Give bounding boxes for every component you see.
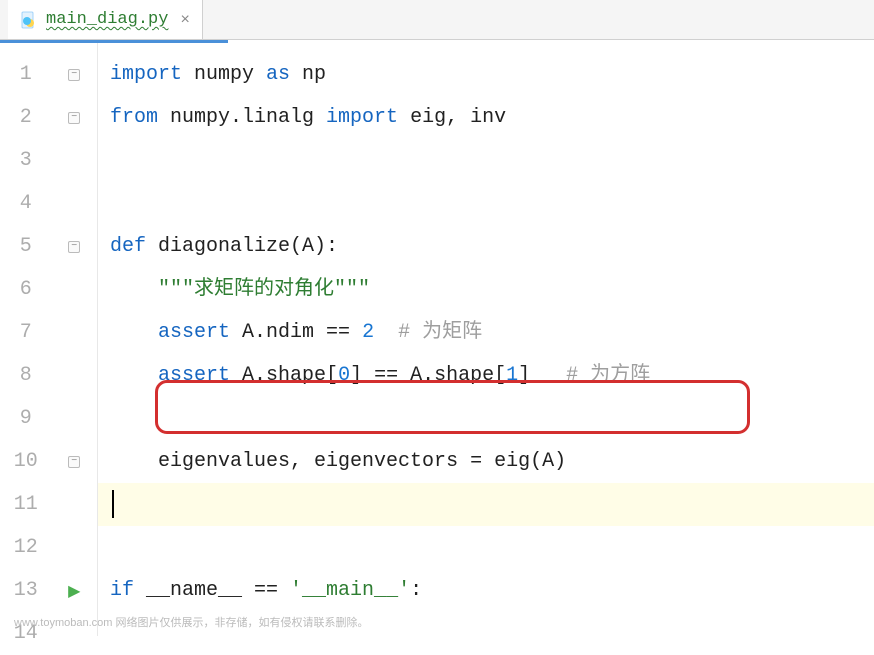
code-line: import numpy as np — [110, 53, 874, 96]
line-numbers: 1 2 3 4 5 6 7 8 9 10 11 12 13 14 — [0, 53, 51, 636]
code-line: assert A.ndim == 2 # 为矩阵 — [110, 311, 874, 354]
code-line: """求矩阵的对角化""" — [110, 268, 874, 311]
watermark: www.toymoban.com 网络图片仅供展示，非存储，如有侵权请联系删除。 — [14, 614, 368, 630]
cursor-line — [98, 483, 874, 526]
gutter: 1 2 3 4 5 6 7 8 9 10 11 12 13 14 − − − − — [0, 43, 98, 636]
text-cursor — [112, 490, 114, 518]
line-number[interactable]: 1 — [0, 53, 51, 96]
code-line: if __name__ == '__main__': — [110, 569, 874, 612]
fold-column: − − − − ▶ — [51, 53, 97, 636]
tab-filename: main_diag.py — [46, 10, 168, 29]
code-line — [110, 526, 874, 569]
line-number[interactable]: 10 — [0, 440, 51, 483]
line-number[interactable]: 12 — [0, 526, 51, 569]
code-line: eigenvalues, eigenvectors = eig(A) — [110, 440, 874, 483]
line-number[interactable]: 2 — [0, 96, 51, 139]
file-tab[interactable]: main_diag.py × — [8, 0, 203, 39]
code-line — [110, 182, 874, 225]
fold-toggle-icon[interactable]: − — [68, 241, 80, 253]
line-number[interactable]: 3 — [0, 139, 51, 182]
code-area[interactable]: import numpy as np from numpy.linalg imp… — [98, 43, 874, 636]
close-icon[interactable]: × — [180, 11, 190, 29]
line-number[interactable]: 11 — [0, 483, 51, 526]
code-line — [110, 397, 874, 440]
line-number[interactable]: 6 — [0, 268, 51, 311]
code-line: assert A.shape[0] == A.shape[1] # 为方阵 — [110, 354, 874, 397]
line-number[interactable]: 4 — [0, 182, 51, 225]
code-line: def diagonalize(A): — [110, 225, 874, 268]
fold-toggle-icon[interactable]: − — [68, 456, 80, 468]
code-line — [110, 139, 874, 182]
line-number[interactable]: 7 — [0, 311, 51, 354]
editor: 1 2 3 4 5 6 7 8 9 10 11 12 13 14 − − − − — [0, 43, 874, 636]
python-file-icon — [20, 11, 38, 29]
fold-toggle-icon[interactable]: − — [68, 69, 80, 81]
run-icon[interactable]: ▶ — [68, 581, 80, 601]
line-number[interactable]: 9 — [0, 397, 51, 440]
line-number[interactable]: 13 — [0, 569, 51, 612]
code-line: from numpy.linalg import eig, inv — [110, 96, 874, 139]
line-number[interactable]: 5 — [0, 225, 51, 268]
line-number[interactable]: 8 — [0, 354, 51, 397]
tab-bar: main_diag.py × — [0, 0, 874, 40]
fold-toggle-icon[interactable]: − — [68, 112, 80, 124]
